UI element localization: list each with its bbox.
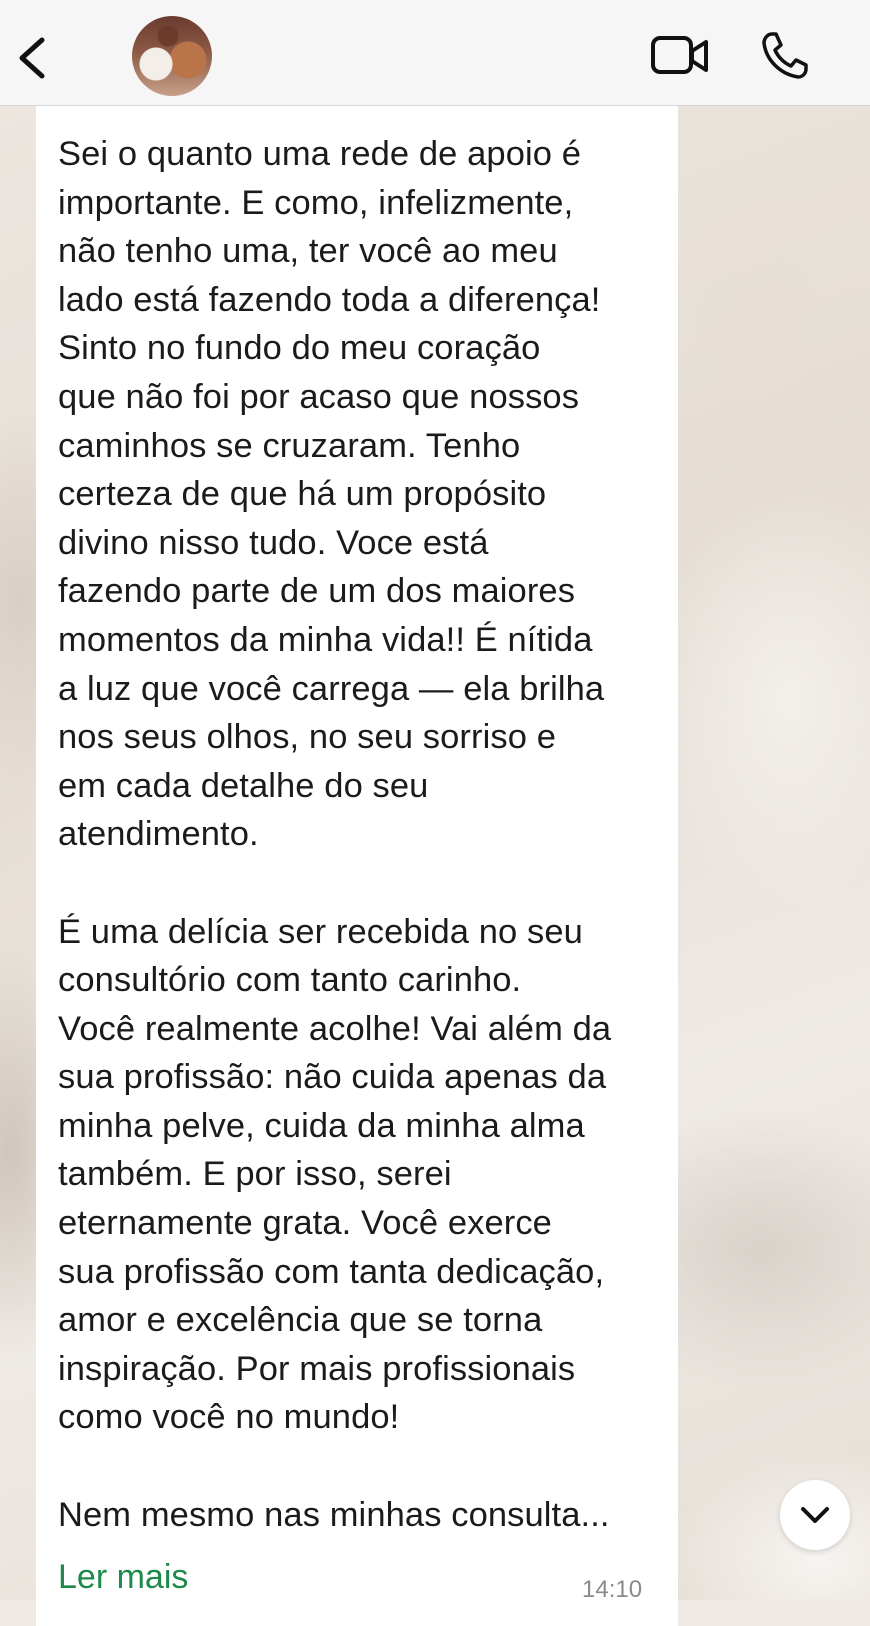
- video-call-button[interactable]: [650, 32, 710, 80]
- chevron-left-icon: [19, 37, 45, 79]
- message-bubble: Sei o quanto uma rede de apoio é importa…: [36, 106, 678, 1626]
- scroll-to-bottom-button[interactable]: [780, 1480, 850, 1550]
- read-more-link[interactable]: Ler mais: [58, 1558, 188, 1597]
- phone-icon: [762, 32, 808, 79]
- chevron-down-icon: [801, 1507, 829, 1523]
- chat-header: [0, 0, 870, 106]
- contact-avatar[interactable]: [132, 16, 212, 96]
- message-text: Sei o quanto uma rede de apoio é importa…: [58, 135, 612, 1534]
- voice-call-button[interactable]: [760, 30, 810, 82]
- back-button[interactable]: [12, 30, 56, 86]
- video-camera-icon: [651, 36, 708, 74]
